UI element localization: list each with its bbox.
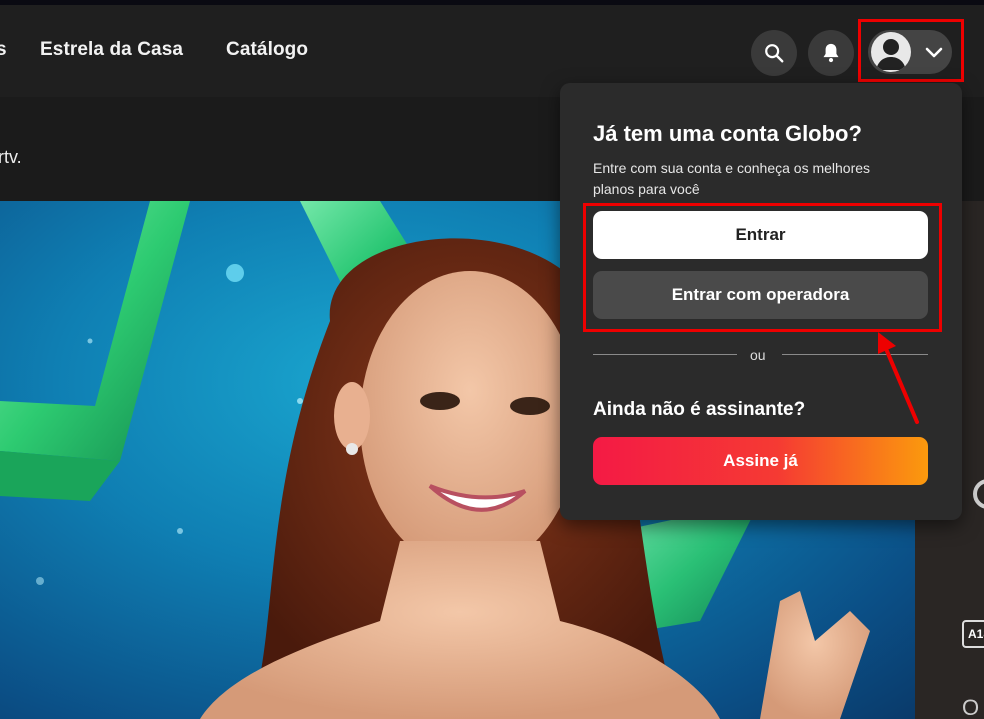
dropdown-description: Entre com sua conta e conheça os melhore… <box>593 160 871 197</box>
bell-icon <box>823 43 839 63</box>
divider-text: ou <box>750 347 766 363</box>
profile-highlight-box <box>858 19 964 82</box>
partial-description-text: rtv. <box>0 147 22 167</box>
login-button[interactable]: Entrar <box>593 211 928 259</box>
page: s Estrela da Casa Catálogo rtv. A1 O Já … <box>0 0 984 719</box>
user-avatar-icon <box>871 32 911 72</box>
subscribe-button[interactable]: Assine já <box>593 437 928 485</box>
search-icon <box>765 44 784 63</box>
partial-character: O <box>962 695 980 719</box>
age-rating-badge: A18 <box>962 620 984 648</box>
annotation-arrow-icon <box>878 332 919 424</box>
search-button[interactable] <box>751 30 797 76</box>
login-operator-button[interactable]: Entrar com operadora <box>593 271 928 319</box>
divider-left <box>593 354 737 355</box>
nav-item-estrela-da-casa[interactable]: Estrela da Casa <box>40 39 183 61</box>
nav-item-partial[interactable]: s <box>0 39 7 61</box>
notifications-button[interactable] <box>808 30 854 76</box>
nav-item-catalogo[interactable]: Catálogo <box>226 39 308 61</box>
partial-glyph <box>973 479 984 509</box>
profile-menu-button[interactable] <box>868 30 952 74</box>
chevron-down-icon <box>925 47 943 58</box>
account-dropdown: Já tem uma conta Globo? Entre com sua co… <box>560 83 962 520</box>
dropdown-title: Já tem uma conta Globo? <box>593 121 862 146</box>
subscribe-heading: Ainda não é assinante? <box>593 399 806 420</box>
